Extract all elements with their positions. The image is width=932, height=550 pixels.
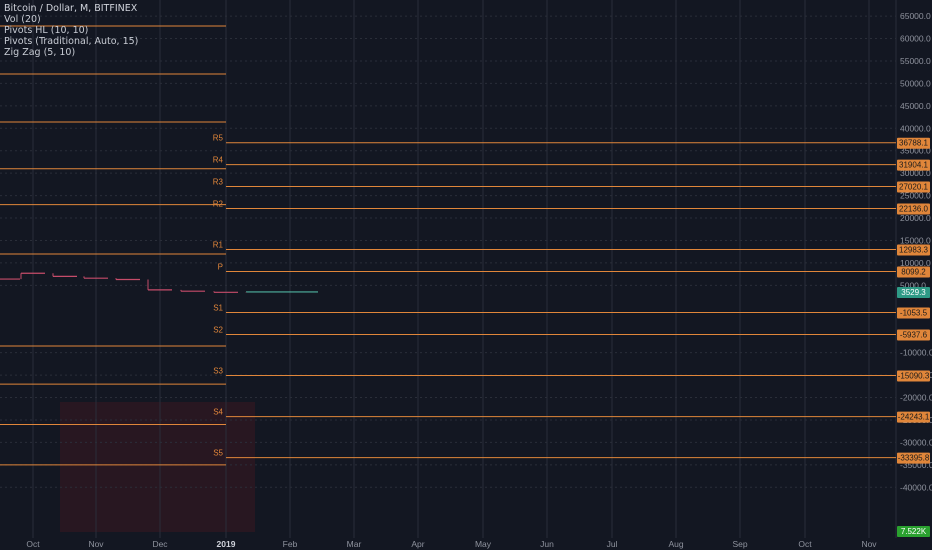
pivot-level-name: S5 — [213, 449, 223, 458]
x-tick-label: Nov — [88, 539, 104, 549]
pivot-level-name: R4 — [213, 156, 224, 165]
x-tick-label: Jul — [607, 539, 618, 549]
pivot-price-label: -1053.5 — [900, 309, 928, 318]
x-tick-label: May — [475, 539, 492, 549]
y-tick-label: 55000.0 — [900, 56, 931, 66]
symbol-title[interactable]: Bitcoin / Dollar, M, BITFINEX — [4, 3, 138, 14]
indicator-pivots-traditional[interactable]: Pivots (Traditional, Auto, 15) — [4, 36, 138, 47]
y-tick-label: -40000.0 — [900, 482, 932, 492]
pivot-level-name: R1 — [213, 241, 224, 250]
y-tick-label: 40000.0 — [900, 123, 931, 133]
x-tick-label: Oct — [26, 539, 40, 549]
volume-badge-label: 7.522K — [901, 527, 927, 536]
x-tick-label: Feb — [283, 539, 298, 549]
x-tick-label: Mar — [347, 539, 362, 549]
indicator-zig-zag[interactable]: Zig Zag (5, 10) — [4, 47, 138, 58]
pivot-price-label: 8099.2 — [901, 267, 926, 276]
x-tick-label: Jun — [540, 539, 554, 549]
pivot-level-name: R3 — [213, 178, 224, 187]
price-chart[interactable]: R5R4R3R2R1PS1S2S3S4S5 70000.065000.06000… — [0, 0, 932, 550]
pivot-price-label: 22136.0 — [899, 204, 928, 213]
x-tick-label: Oct — [798, 539, 812, 549]
x-tick-label: Aug — [668, 539, 683, 549]
pivot-level-name: P — [218, 262, 223, 271]
y-tick-label: 50000.0 — [900, 78, 931, 88]
pivot-price-label: -5937.6 — [900, 330, 928, 339]
y-tick-label: 45000.0 — [900, 101, 931, 111]
pivot-price-label: -15090.3 — [898, 372, 930, 381]
y-tick-label: 65000.0 — [900, 11, 931, 21]
pivot-price-label: 12983.3 — [899, 246, 928, 255]
pivot-price-label: -24243.1 — [898, 413, 930, 422]
x-tick-label: 2019 — [217, 539, 236, 549]
x-tick-label: Apr — [411, 539, 424, 549]
pivot-price-label: 36788.1 — [899, 139, 928, 148]
pivot-price-label: -33395.8 — [898, 454, 930, 463]
x-tick-label: Dec — [152, 539, 168, 549]
pivot-level-name: R2 — [213, 199, 224, 208]
y-tick-label: -20000.0 — [900, 393, 932, 403]
y-tick-label: -10000.0 — [900, 348, 932, 358]
indicator-pivots-hl[interactable]: Pivots HL (10, 10) — [4, 25, 138, 36]
chart-legend: Bitcoin / Dollar, M, BITFINEX Vol (20) P… — [4, 3, 138, 58]
y-tick-label: -30000.0 — [900, 437, 932, 447]
last-price-label: 3529.3 — [901, 288, 926, 297]
x-tick-label: Sep — [732, 539, 747, 549]
pivot-level-name: S3 — [213, 367, 223, 376]
y-tick-label: 10000.0 — [900, 258, 931, 268]
y-tick-label: 15000.0 — [900, 235, 931, 245]
x-tick-label: Nov — [861, 539, 877, 549]
pivot-level-name: R5 — [213, 134, 224, 143]
y-tick-label: 20000.0 — [900, 213, 931, 223]
pivot-level-name: S4 — [213, 408, 223, 417]
pivot-level-name: S2 — [213, 325, 223, 334]
indicator-volume[interactable]: Vol (20) — [4, 14, 138, 25]
y-tick-label: 60000.0 — [900, 34, 931, 44]
pivot-price-label: 27020.1 — [899, 183, 928, 192]
pivot-level-name: S1 — [213, 304, 223, 313]
pivot-price-label: 31904.1 — [899, 161, 928, 170]
